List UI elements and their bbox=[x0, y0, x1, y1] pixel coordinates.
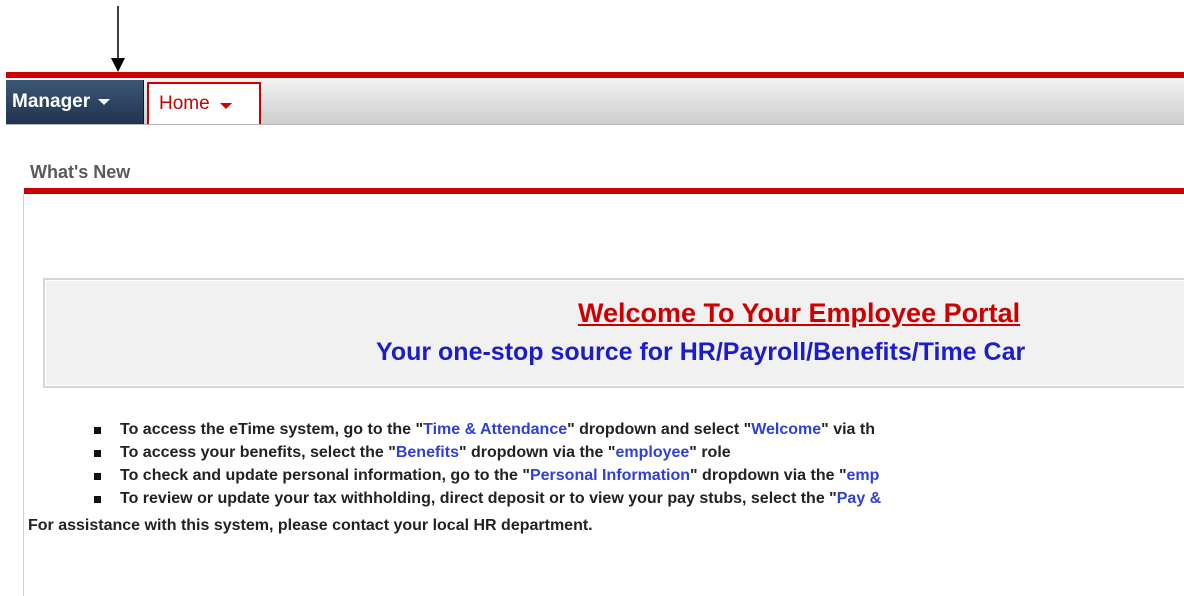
employee-link[interactable]: employee bbox=[615, 444, 689, 461]
welcome-title: Welcome To Your Employee Portal bbox=[578, 298, 1021, 328]
list-item: To review or update your tax withholding… bbox=[94, 487, 881, 510]
assistance-note: For assistance with this system, please … bbox=[28, 517, 593, 534]
section-divider bbox=[24, 188, 1184, 194]
list-item-text: To access the eTime system, go to the " bbox=[120, 421, 424, 438]
employee-link[interactable]: emp bbox=[847, 467, 880, 484]
annotation-arrow-icon bbox=[111, 6, 125, 72]
pay-link[interactable]: Pay & bbox=[837, 490, 881, 507]
benefits-link[interactable]: Benefits bbox=[396, 444, 459, 461]
section-title: What's New bbox=[30, 162, 131, 182]
list-item-text: To access your benefits, select the " bbox=[120, 444, 396, 461]
time-attendance-link[interactable]: Time & Attendance bbox=[423, 421, 567, 438]
instructions-list: To access the eTime system, go to the "T… bbox=[94, 418, 881, 510]
list-item-text: " dropdown and select " bbox=[567, 421, 752, 438]
personal-information-link[interactable]: Personal Information bbox=[530, 467, 690, 484]
tab-home-label: Home bbox=[159, 93, 210, 114]
list-item: To access the eTime system, go to the "T… bbox=[94, 418, 881, 441]
role-label: Manager bbox=[12, 91, 91, 112]
welcome-link[interactable]: Welcome bbox=[751, 421, 821, 438]
list-item-text: To check and update personal information… bbox=[120, 467, 530, 484]
content-border bbox=[23, 194, 24, 596]
menu-bar: Manager Home bbox=[6, 78, 1184, 125]
list-item-text: " role bbox=[689, 444, 731, 461]
chevron-down-icon bbox=[98, 99, 111, 105]
tab-home[interactable]: Home bbox=[147, 82, 261, 124]
list-item-text: " via th bbox=[821, 421, 875, 438]
list-item: To access your benefits, select the "Ben… bbox=[94, 441, 881, 464]
welcome-subtitle: Your one-stop source for HR/Payroll/Bene… bbox=[376, 338, 1026, 366]
list-item-text: To review or update your tax withholding… bbox=[120, 490, 837, 507]
list-item: To check and update personal information… bbox=[94, 464, 881, 487]
list-item-text: " dropdown via the " bbox=[690, 467, 847, 484]
welcome-banner bbox=[43, 278, 1184, 388]
chevron-down-icon bbox=[219, 102, 232, 109]
list-item-text: " dropdown via the " bbox=[458, 444, 616, 461]
role-dropdown-button[interactable]: Manager bbox=[6, 80, 144, 124]
